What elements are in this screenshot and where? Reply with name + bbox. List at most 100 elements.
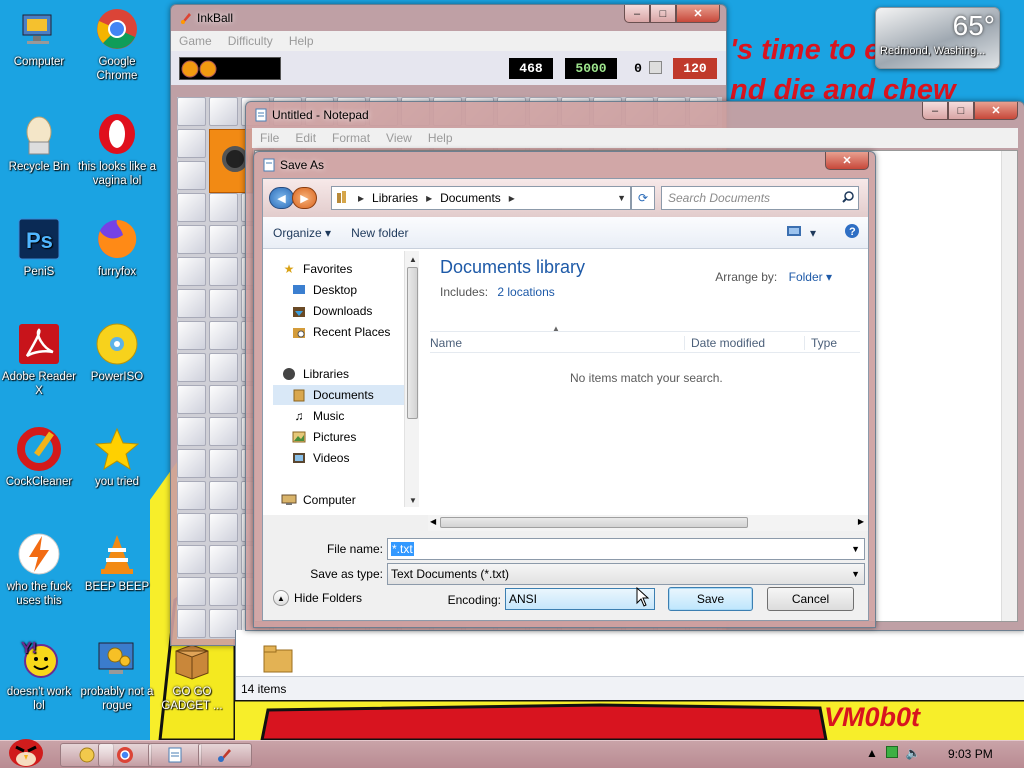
taskbar-inkball-2[interactable] xyxy=(198,743,252,767)
desktop-icon-adobe-reader[interactable]: Adobe Reader X xyxy=(0,321,78,398)
desktop-icon-vlc[interactable]: BEEP BEEP xyxy=(78,531,156,594)
nav-libraries[interactable]: Libraries xyxy=(281,364,421,384)
menu-game[interactable]: Game xyxy=(171,34,220,48)
nav-scrollbar[interactable]: ▲ ▼ xyxy=(404,251,419,507)
horizontal-scrollbar[interactable]: ◀ ▶ xyxy=(428,515,868,531)
close-button[interactable]: ✕ xyxy=(676,5,720,23)
board-tile xyxy=(177,193,206,222)
nav-label: Favorites xyxy=(303,262,353,276)
start-button[interactable] xyxy=(4,733,48,768)
chevron-down-icon[interactable]: ▾ xyxy=(810,226,816,240)
svg-text:Ps: Ps xyxy=(26,228,53,253)
nav-documents[interactable]: Documents xyxy=(273,385,413,405)
sort-arrow-icon: ▲ xyxy=(552,324,560,333)
explorer-window[interactable]: 14 items xyxy=(235,630,1024,700)
desktop-icon-opera[interactable]: this looks like a vagina lol xyxy=(78,111,156,188)
forward-button[interactable]: ▶ xyxy=(292,187,317,209)
search-icon[interactable] xyxy=(842,190,854,206)
nav-computer[interactable]: Computer xyxy=(281,490,421,510)
taskbar-chrome[interactable] xyxy=(98,743,152,767)
menu-edit[interactable]: Edit xyxy=(287,131,324,145)
board-tile xyxy=(209,481,238,510)
desktop-icon-label: doesn't work lol xyxy=(6,686,72,712)
desktop-icon-poweriso[interactable]: PowerISO xyxy=(78,321,156,384)
column-type[interactable]: Type xyxy=(804,336,837,350)
hide-folders-button[interactable]: ▲ Hide Folders xyxy=(273,590,362,606)
desktop-icon-recycle-bin[interactable]: Recycle Bin xyxy=(0,111,78,174)
menu-help[interactable]: Help xyxy=(420,131,461,145)
minimize-button[interactable]: – xyxy=(624,5,650,23)
new-folder-button[interactable]: New folder xyxy=(341,226,418,240)
save-button[interactable]: Save xyxy=(668,587,753,611)
menu-format[interactable]: Format xyxy=(324,131,378,145)
menu-difficulty[interactable]: Difficulty xyxy=(220,34,281,48)
views-icon[interactable] xyxy=(786,225,802,240)
menu-view[interactable]: View xyxy=(378,131,420,145)
weather-gadget[interactable]: 65° Redmond, Washing... xyxy=(875,7,1000,69)
search-input[interactable]: Search Documents xyxy=(668,191,770,205)
scroll-down-arrow[interactable]: ▼ xyxy=(409,496,417,505)
refresh-button[interactable]: ⟳ xyxy=(631,186,655,210)
desktop-icon-rogue[interactable]: probably not a rogue xyxy=(78,636,156,713)
desktop-icon-chrome[interactable]: Google Chrome xyxy=(78,6,156,83)
file-name-input[interactable]: *.txt ▼ xyxy=(387,538,865,560)
scroll-up-arrow[interactable]: ▲ xyxy=(409,255,417,264)
notepad-titlebar[interactable]: Untitled - Notepad xyxy=(246,102,1024,128)
maximize-button[interactable]: □ xyxy=(650,5,676,23)
save-as-titlebar[interactable]: Save As xyxy=(254,152,875,178)
navigation-pane: ★ Favorites Desktop Downloads Recent Plac… xyxy=(263,249,414,507)
desktop-icon-winamp[interactable]: who the fuck uses this xyxy=(0,531,78,608)
cancel-button[interactable]: Cancel xyxy=(767,587,854,611)
desktop-icon-firefox[interactable]: furryfox xyxy=(78,216,156,279)
desktop-icon-computer[interactable]: Computer xyxy=(0,6,78,69)
count-display: 120 xyxy=(673,58,717,79)
inkball-scorebar: 468 5000 0 120 xyxy=(171,51,726,85)
balls-indicator xyxy=(649,61,662,74)
file-list-pane[interactable]: Documents library Includes: 2 locations … xyxy=(430,249,868,507)
help-icon[interactable]: ? xyxy=(844,223,860,242)
back-button[interactable]: ◀ xyxy=(269,187,294,209)
address-dropdown-arrow[interactable]: ▼ xyxy=(613,193,630,203)
taskbar-clock[interactable]: 9:03 PM xyxy=(948,747,993,761)
desktop-icon-photoshop[interactable]: Ps PeniS xyxy=(0,216,78,279)
notepad-scrollbar[interactable] xyxy=(1001,151,1017,621)
desktop-icon-yahoo[interactable]: Y! doesn't work lol xyxy=(0,636,78,713)
taskbar-notepad[interactable] xyxy=(148,743,202,767)
close-button[interactable]: ✕ xyxy=(825,152,869,170)
search-box[interactable]: Search Documents xyxy=(661,186,859,210)
volume-icon[interactable]: 🔈 xyxy=(906,746,921,760)
desktop-icon-label: who the fuck uses this xyxy=(6,581,72,607)
encoding-select[interactable]: ANSI xyxy=(505,588,655,610)
save-as-dialog[interactable]: Save As ✕ ◀ ▶ ▸ Libraries ▸ Documents ▸ … xyxy=(253,151,876,628)
horizontal-scroll-thumb[interactable] xyxy=(440,517,748,528)
breadcrumb-libraries[interactable]: Libraries xyxy=(368,191,422,205)
minimize-button[interactable]: – xyxy=(922,102,948,120)
close-button[interactable]: ✕ xyxy=(974,102,1018,120)
address-bar[interactable]: ▸ Libraries ▸ Documents ▸ ▼ xyxy=(331,186,631,210)
scroll-left-arrow[interactable]: ◀ xyxy=(430,517,436,526)
scroll-right-arrow[interactable]: ▶ xyxy=(858,517,864,526)
inkball-caption-buttons: – □ ✕ xyxy=(624,5,720,23)
organize-button[interactable]: Organize ▾ xyxy=(263,226,341,240)
hide-folders-label: Hide Folders xyxy=(294,591,363,605)
chevron-down-icon[interactable]: ▼ xyxy=(851,569,860,579)
desktop-icon-label: Adobe Reader X xyxy=(1,371,77,397)
desktop-icon-gadget[interactable]: GO GO GADGET ... xyxy=(153,636,231,713)
menu-help[interactable]: Help xyxy=(281,34,322,48)
network-icon[interactable] xyxy=(885,746,898,758)
column-name[interactable]: Name xyxy=(430,336,462,350)
desktop-icon-ccleaner[interactable]: CockCleaner xyxy=(0,426,78,489)
breadcrumb-documents[interactable]: Documents xyxy=(436,191,505,205)
desktop-icon-label: Google Chrome xyxy=(96,56,138,82)
scroll-thumb[interactable] xyxy=(407,267,418,419)
nav-favorites[interactable]: ★ Favorites xyxy=(281,259,421,279)
arrange-dropdown[interactable]: Folder ▾ xyxy=(789,270,832,284)
save-type-select[interactable]: Text Documents (*.txt) ▼ xyxy=(387,563,865,585)
locations-link[interactable]: 2 locations xyxy=(497,285,554,299)
chevron-down-icon[interactable]: ▼ xyxy=(851,544,860,554)
column-date-modified[interactable]: Date modified xyxy=(684,336,765,350)
menu-file[interactable]: File xyxy=(252,131,287,145)
maximize-button[interactable]: □ xyxy=(948,102,974,120)
tray-expand-icon[interactable]: ▲ xyxy=(866,746,878,760)
desktop-icon-you-tried[interactable]: you tried xyxy=(78,426,156,489)
